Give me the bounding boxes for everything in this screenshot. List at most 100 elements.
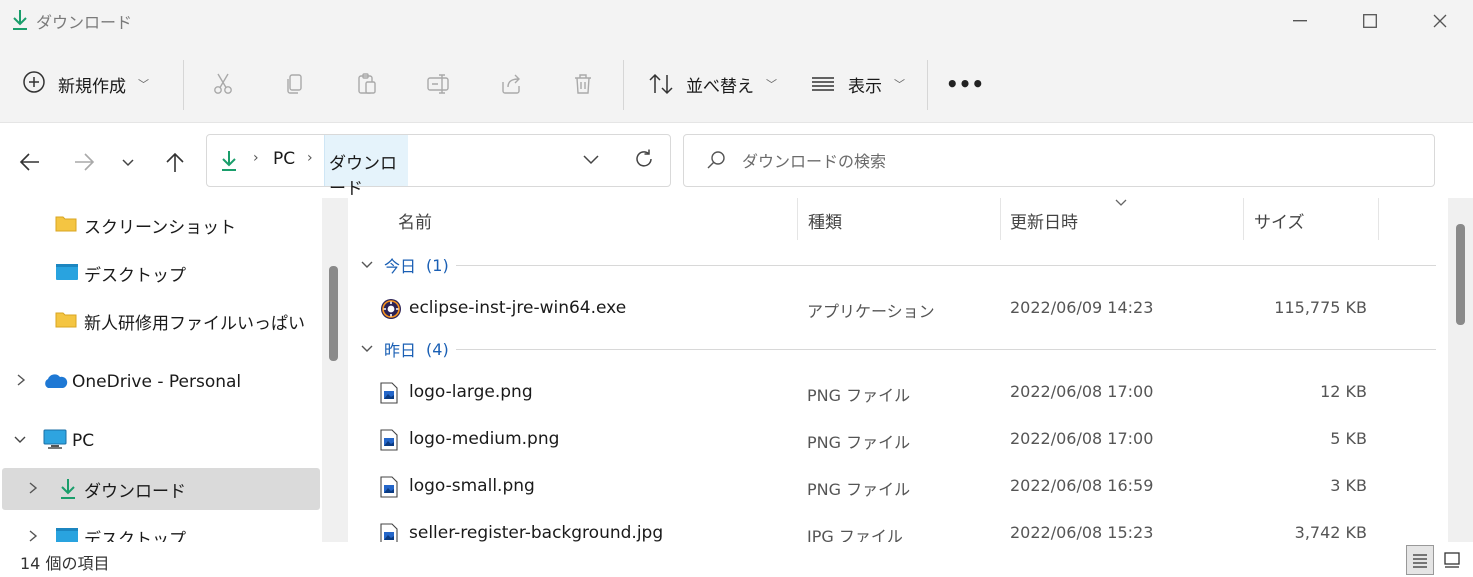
table-row[interactable]: logo-large.png PNG ファイル 2022/06/08 17:00… xyxy=(348,370,1428,416)
back-button[interactable] xyxy=(14,146,46,178)
details-view-button[interactable] xyxy=(1406,545,1434,575)
nav-item-onedrive[interactable]: OneDrive - Personal xyxy=(0,361,320,403)
table-row[interactable]: logo-medium.png PNG ファイル 2022/06/08 17:0… xyxy=(348,417,1428,463)
column-divider[interactable] xyxy=(1243,198,1244,240)
rename-icon xyxy=(427,74,449,94)
nav-item-pc[interactable]: PC xyxy=(0,420,320,462)
sort-button[interactable]: 並べ替え ﹀ xyxy=(648,66,777,102)
cut-button[interactable] xyxy=(207,68,239,100)
group-header-today[interactable]: 今日 (1) xyxy=(360,250,1448,280)
list-view-icon xyxy=(812,77,834,91)
table-row[interactable]: seller-register-background.jpg JPG ファイル … xyxy=(348,511,1428,542)
nav-item-desktop[interactable]: デスクトップ xyxy=(0,252,320,294)
file-name: seller-register-background.jpg xyxy=(409,523,664,542)
nav-item-trainee-files[interactable]: 新人研修用ファイルいっぱい xyxy=(0,300,320,342)
file-date: 2022/06/08 16:59 xyxy=(1010,476,1154,495)
column-divider[interactable] xyxy=(1000,198,1001,240)
maximize-button[interactable] xyxy=(1335,0,1405,42)
image-file-icon xyxy=(380,476,398,502)
recent-locations-button[interactable] xyxy=(112,146,144,178)
onedrive-icon xyxy=(42,372,68,394)
more-options-button[interactable]: ••• xyxy=(945,68,985,100)
address-history-button[interactable] xyxy=(581,149,601,173)
column-header-name[interactable]: 名前 xyxy=(398,208,432,233)
paste-button[interactable] xyxy=(351,68,383,100)
chevron-down-icon: ﹀ xyxy=(894,78,905,91)
scrollbar-thumb[interactable] xyxy=(329,266,338,361)
chevron-right-icon[interactable] xyxy=(28,481,38,499)
sort-descending-icon xyxy=(1114,198,1128,210)
desktop-folder-icon xyxy=(55,527,79,542)
image-file-icon xyxy=(380,523,398,542)
file-name: eclipse-inst-jre-win64.exe xyxy=(409,298,627,318)
nav-item-desktop-pc[interactable]: デスクトップ xyxy=(0,516,320,542)
new-button-label: 新規作成 xyxy=(58,76,126,97)
view-button[interactable]: 表示 ﹀ xyxy=(810,66,905,102)
image-file-icon xyxy=(380,382,398,408)
new-button[interactable]: 新規作成 ﹀ xyxy=(22,66,149,102)
navigation-pane: スクリーンショット デスクトップ 新人研修用ファイルいっぱい OneDrive … xyxy=(0,198,322,542)
download-icon xyxy=(10,8,30,32)
close-button[interactable] xyxy=(1405,0,1473,42)
arrow-up-icon xyxy=(166,152,184,172)
nav-item-label: デスクトップ xyxy=(84,265,186,286)
breadcrumb-downloads[interactable]: ダウンロード xyxy=(324,135,408,199)
group-header-yesterday[interactable]: 昨日 (4) xyxy=(360,334,1448,364)
forward-button[interactable] xyxy=(68,146,100,178)
scissors-icon xyxy=(214,73,232,94)
pc-icon xyxy=(43,429,67,455)
more-icon: ••• xyxy=(945,72,985,96)
large-icons-view-button[interactable] xyxy=(1438,545,1466,575)
search-input[interactable] xyxy=(742,147,1342,175)
chevron-right-icon[interactable] xyxy=(16,373,26,391)
minimize-button[interactable] xyxy=(1265,0,1335,42)
rename-button[interactable] xyxy=(423,68,455,100)
nav-item-downloads[interactable]: ダウンロード xyxy=(2,468,320,510)
file-type: PNG ファイル xyxy=(807,433,911,452)
chevron-down-icon: ﹀ xyxy=(138,78,149,91)
navigation-scrollbar[interactable] xyxy=(322,198,348,542)
column-header-size[interactable]: サイズ xyxy=(1254,208,1305,233)
file-size: 3,742 KB xyxy=(1294,523,1367,542)
file-name: logo-medium.png xyxy=(409,429,560,449)
delete-button[interactable] xyxy=(567,68,599,100)
chevron-down-icon xyxy=(122,159,134,167)
chevron-right-icon[interactable] xyxy=(28,529,38,542)
file-type: アプリケーション xyxy=(807,302,935,321)
column-header-date[interactable]: 更新日時 xyxy=(1010,208,1078,233)
file-size: 12 KB xyxy=(1320,382,1367,401)
column-divider[interactable] xyxy=(797,198,798,240)
column-divider[interactable] xyxy=(1378,198,1379,240)
nav-item-screenshots[interactable]: スクリーンショット xyxy=(0,204,320,246)
refresh-icon xyxy=(636,149,652,167)
table-row[interactable]: logo-small.png PNG ファイル 2022/06/08 16:59… xyxy=(348,464,1428,510)
chevron-down-icon xyxy=(361,261,373,268)
chevron-down-icon[interactable] xyxy=(13,434,27,449)
copy-button[interactable] xyxy=(279,68,311,100)
item-count: 14 個の項目 xyxy=(20,554,110,573)
nav-item-label: PC xyxy=(72,431,95,451)
refresh-button[interactable] xyxy=(633,148,655,174)
folder-icon xyxy=(55,214,77,236)
nav-item-label: デスクトップ xyxy=(84,529,186,543)
up-button[interactable] xyxy=(159,146,191,178)
share-button[interactable] xyxy=(495,68,527,100)
status-bar: 14 個の項目 xyxy=(0,542,1473,577)
column-header-type[interactable]: 種類 xyxy=(808,208,842,233)
file-date: 2022/06/08 17:00 xyxy=(1010,382,1154,401)
copy-icon xyxy=(287,74,302,94)
chevron-down-icon xyxy=(583,155,599,165)
sort-arrows-icon xyxy=(649,73,673,95)
group-count: (1) xyxy=(426,255,449,275)
details-view-icon xyxy=(1413,554,1427,568)
search-box[interactable] xyxy=(683,134,1435,187)
file-name: logo-small.png xyxy=(409,476,535,496)
file-list-scrollbar[interactable] xyxy=(1448,198,1473,542)
paste-icon xyxy=(358,73,376,94)
breadcrumb-pc[interactable]: PC xyxy=(273,149,295,169)
scrollbar-thumb[interactable] xyxy=(1456,224,1465,325)
address-bar[interactable]: › PC › ダウンロード xyxy=(206,134,671,199)
table-row[interactable]: eclipse-inst-jre-win64.exe アプリケーション 2022… xyxy=(348,286,1428,332)
share-icon xyxy=(502,74,520,94)
toolbar-divider xyxy=(183,60,184,110)
